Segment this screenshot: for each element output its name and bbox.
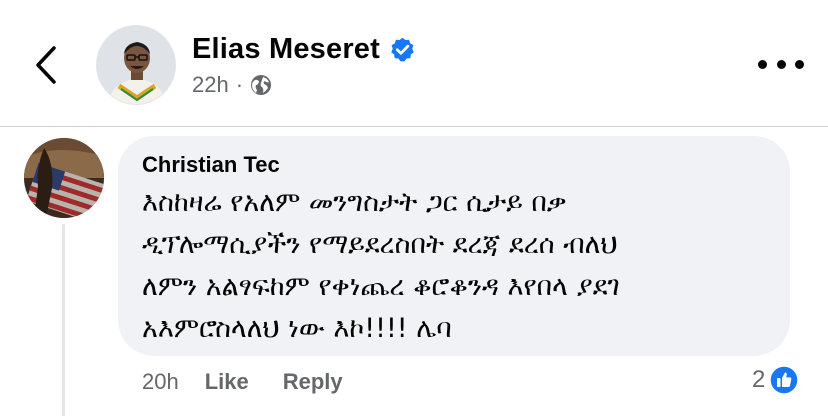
header-divider: [0, 126, 828, 127]
thread-line: [62, 224, 65, 416]
comment-line: ለምን አልፃፍከም የቀነጨረ ቆሮቆንዳ እየበላ ያደገ: [142, 271, 620, 302]
comment-text: እስከዛሬ የአለም መንግስታት ጋር ሲታይ በቃ ዲፕሎማሲያችን የማይ…: [142, 182, 782, 350]
comment-line: አእምሮስላለህ ነው እኮ!!!! ሌባ: [142, 313, 452, 344]
like-reaction-icon: [769, 365, 800, 395]
more-dot: [795, 59, 804, 69]
post-timestamp[interactable]: 22h: [192, 72, 229, 98]
chevron-left-icon: [36, 46, 56, 84]
commenter-name[interactable]: Christian Tec: [142, 152, 280, 178]
comment-line: እስከዛሬ የአለም መንግስታት ጋር ሲታይ በቃ: [142, 187, 567, 218]
more-dot: [776, 59, 786, 69]
post-header: Elias Meseret 22h ·: [0, 0, 828, 127]
commenter-avatar[interactable]: [24, 138, 104, 218]
comment-actions: 20h Like Reply: [142, 366, 343, 398]
reaction-count: 2: [752, 366, 766, 393]
like-button[interactable]: Like: [205, 369, 249, 395]
comment-bubble[interactable]: Christian Tec እስከዛሬ የአለም መንግስታት ጋር ሲታይ በ…: [118, 136, 790, 356]
reaction-summary[interactable]: 2: [752, 363, 800, 397]
author-name-row: Elias Meseret: [192, 30, 416, 68]
comment-timestamp[interactable]: 20h: [142, 369, 179, 395]
more-options-icon[interactable]: [758, 52, 804, 76]
more-dot: [758, 59, 767, 69]
globe-icon: [250, 74, 272, 96]
meta-separator: ·: [235, 72, 244, 97]
verified-badge-icon: [389, 36, 416, 63]
author-name[interactable]: Elias Meseret: [192, 33, 380, 66]
back-button[interactable]: [28, 40, 68, 90]
post-meta: 22h ·: [192, 70, 272, 100]
reply-button[interactable]: Reply: [283, 369, 343, 395]
comment-line: ዲፕሎማሲያችን የማይደረስበት ደረጃ ደረሰ ብለህ: [142, 229, 618, 260]
author-avatar[interactable]: [96, 25, 176, 105]
